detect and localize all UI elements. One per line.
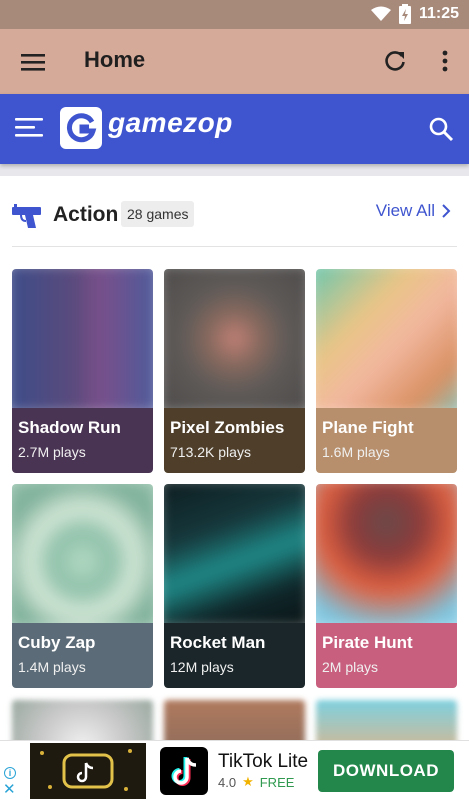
game-plays: 1.4M plays (18, 659, 86, 675)
ad-rating-value: 4.0 (218, 774, 237, 790)
wifi-icon (370, 6, 391, 21)
game-info: Cuby Zap 1.4M plays (12, 623, 153, 688)
tiktok-icon[interactable] (160, 747, 208, 795)
game-name: Pirate Hunt (322, 633, 413, 652)
game-name: Shadow Run (18, 418, 121, 437)
hamburger-icon[interactable] (20, 49, 46, 75)
game-card[interactable]: Pirate Hunt 2M plays (316, 484, 457, 688)
view-all-link[interactable]: View All (376, 201, 451, 221)
game-info: Shadow Run 2.7M plays (12, 408, 153, 473)
close-icon[interactable]: ✕ (3, 782, 16, 797)
game-card-partial[interactable] (316, 700, 457, 740)
game-card[interactable]: Shadow Run 2.7M plays (12, 269, 153, 473)
gamezop-logo-text[interactable]: gamezop (108, 107, 233, 139)
section-divider (12, 246, 457, 247)
game-info: Rocket Man 12M plays (164, 623, 305, 688)
game-name: Plane Fight (322, 418, 414, 437)
game-card-partial[interactable] (12, 700, 153, 740)
game-plays: 2M plays (322, 659, 379, 675)
ad-price: FREE (259, 774, 295, 790)
game-plays: 713.2K plays (170, 444, 251, 460)
ad-banner-bar: i ✕ TikTok Lite 4.0 ★ FREE DOWNLOAD (0, 740, 469, 800)
page-title: Home (84, 47, 146, 72)
gamezop-logo-icon (66, 113, 97, 143)
download-button[interactable]: DOWNLOAD (318, 750, 454, 792)
game-thumbnail (164, 484, 305, 632)
ad-info-icon[interactable]: i (4, 767, 16, 779)
game-thumbnail (316, 269, 457, 417)
game-plays: 12M plays (170, 659, 234, 675)
game-thumbnail (316, 484, 457, 632)
more-vert-icon[interactable] (432, 48, 458, 74)
game-count-badge: 28 games (121, 201, 195, 227)
status-time: 11:25 (418, 5, 459, 22)
status-icons: 11:25 (370, 4, 459, 24)
game-card[interactable]: Rocket Man 12M plays (164, 484, 305, 688)
gun-icon (12, 204, 41, 228)
game-plays: 2.7M plays (18, 444, 86, 460)
game-thumbnail (12, 269, 153, 417)
game-info: Pixel Zombies 713.2K plays (164, 408, 305, 473)
game-info: Plane Fight 1.6M plays (316, 408, 457, 473)
star-icon: ★ (242, 774, 254, 789)
section-title: Action (53, 203, 119, 226)
gamezop-header: gamezop (0, 94, 469, 164)
game-card[interactable]: Plane Fight 1.6M plays (316, 269, 457, 473)
view-all-label: View All (375, 201, 435, 220)
game-name: Cuby Zap (18, 633, 96, 652)
game-name: Pixel Zombies (170, 418, 285, 437)
game-card-partial[interactable] (164, 700, 305, 740)
refresh-icon[interactable] (382, 48, 408, 74)
ad-app-name[interactable]: TikTok Lite (218, 751, 308, 773)
ad-art (30, 743, 146, 799)
status-bar: 11:25 (0, 0, 469, 29)
menu-icon[interactable] (14, 115, 44, 141)
game-thumbnail (12, 484, 153, 632)
game-thumbnail (164, 269, 305, 417)
search-icon[interactable] (428, 116, 454, 142)
game-card[interactable]: Pixel Zombies 713.2K plays (164, 269, 305, 473)
ad-rating: 4.0 ★ FREE (218, 774, 294, 790)
game-info: Pirate Hunt 2M plays (316, 623, 457, 688)
gamezop-logo-mark[interactable] (60, 107, 102, 149)
game-plays: 1.6M plays (322, 444, 390, 460)
game-name: Rocket Man (170, 633, 266, 652)
chevron-right-icon (442, 204, 451, 218)
battery-icon (398, 4, 411, 24)
app-bar: Home (0, 29, 469, 94)
game-card[interactable]: Cuby Zap 1.4M plays (12, 484, 153, 688)
section-header: Action 28 games View All (12, 198, 457, 238)
tiktok-logo (171, 757, 197, 786)
content-area: Action 28 games View All Shadow Run 2.7M… (0, 176, 469, 740)
ad-banner-image[interactable] (30, 743, 146, 799)
